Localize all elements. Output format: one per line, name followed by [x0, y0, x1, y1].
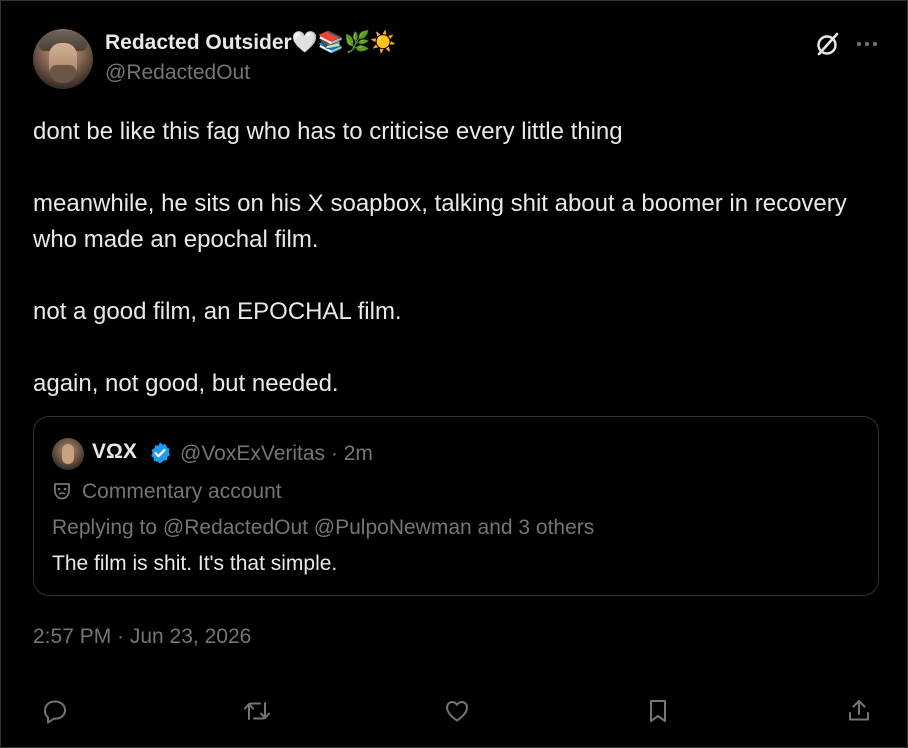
author-display-name[interactable]: Redacted Outsider🤍📚🌿☀️: [105, 31, 396, 55]
account-label-text: Commentary account: [82, 480, 282, 503]
replying-suffix[interactable]: and 3 others: [472, 516, 595, 539]
replying-prefix: Replying to: [52, 516, 163, 539]
theater-mask-icon: [52, 481, 72, 501]
quoted-author-name[interactable]: VΩX: [92, 440, 137, 464]
author-avatar[interactable]: [33, 29, 93, 89]
share-icon[interactable]: [843, 695, 875, 727]
replying-to: Replying to @RedactedOut @PulpoNewman an…: [52, 516, 594, 540]
account-label: Commentary account: [52, 480, 282, 504]
replying-mentions[interactable]: @RedactedOut @PulpoNewman: [163, 516, 472, 539]
tweet-paragraph: meanwhile, he sits on his X soapbox, tal…: [33, 190, 847, 253]
quoted-tweet[interactable]: VΩX @VoxExVeritas · 2m Commentary accoun…: [33, 416, 879, 596]
verified-badge-icon: [148, 441, 172, 465]
quoted-tweet-text: The film is shit. It's that simple.: [52, 552, 338, 575]
quoted-author-avatar[interactable]: [52, 438, 84, 470]
reply-icon[interactable]: [39, 695, 71, 727]
repost-icon[interactable]: [241, 695, 273, 727]
bookmark-icon[interactable]: [642, 695, 674, 727]
tweet-text: dont be like this fag who has to critici…: [33, 114, 853, 402]
tweet-paragraph: not a good film, an EPOCHAL film.: [33, 298, 402, 325]
tweet-paragraph: again, not good, but needed.: [33, 370, 339, 397]
tweet-card: Redacted Outsider🤍📚🌿☀️ @RedactedOut dont…: [0, 0, 908, 748]
quoted-handle-time[interactable]: @VoxExVeritas · 2m: [180, 442, 373, 466]
like-icon[interactable]: [441, 695, 473, 727]
grok-icon[interactable]: [815, 31, 841, 57]
tweet-timestamp[interactable]: 2:57 PM · Jun 23, 2026: [33, 625, 251, 649]
author-handle[interactable]: @RedactedOut: [105, 61, 250, 85]
tweet-paragraph: dont be like this fag who has to critici…: [33, 118, 623, 145]
more-options-icon[interactable]: [853, 31, 881, 57]
